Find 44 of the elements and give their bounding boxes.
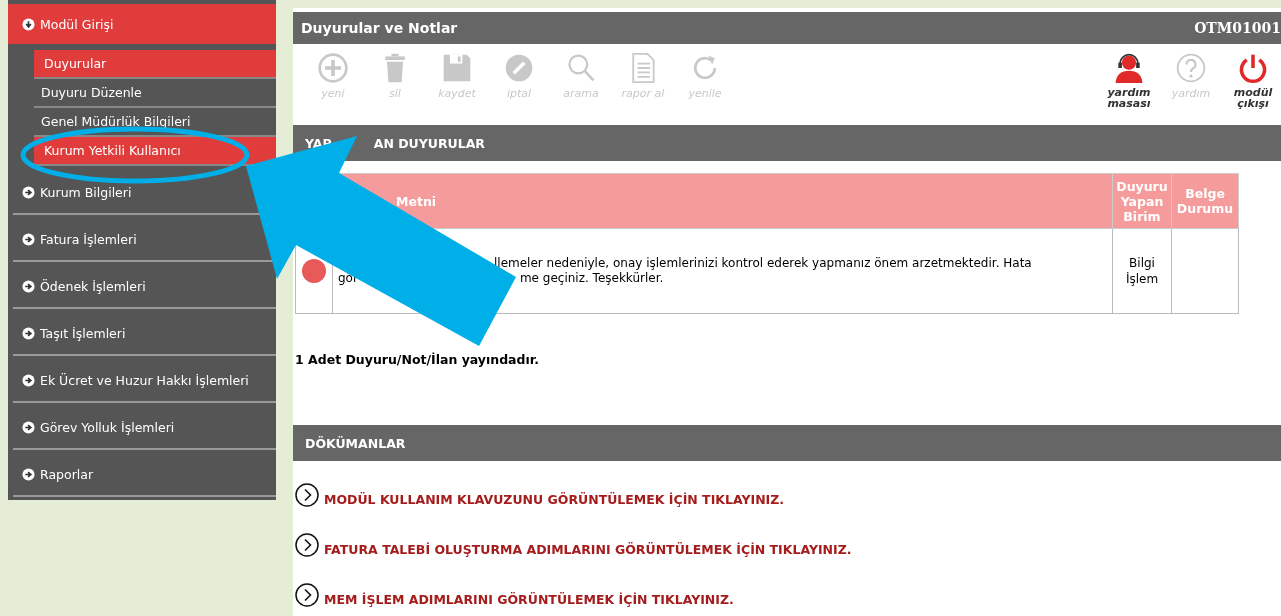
right-arrow-circle-icon bbox=[22, 327, 35, 340]
down-arrow-circle-icon bbox=[22, 17, 35, 31]
right-chevron-circle-icon bbox=[295, 583, 319, 607]
submenu-item[interactable]: Duyurular bbox=[34, 50, 276, 79]
submenu-item[interactable]: Duyuru Düzenle bbox=[34, 79, 276, 108]
sidebar-item[interactable]: Modül Girişi bbox=[8, 4, 276, 44]
search-icon bbox=[565, 52, 597, 84]
document-link[interactable]: MODÜL KULLANIM KLAVUZUNU GÖRÜNTÜLEMEK İÇİN TIKLAYINIZ. bbox=[324, 492, 785, 507]
help-icon bbox=[1175, 52, 1207, 84]
table-cell: Bilgi İşlem bbox=[1112, 228, 1172, 314]
right-arrow-circle-icon bbox=[22, 233, 35, 246]
sidebar-item[interactable]: Raporlar bbox=[22, 467, 94, 482]
toolbar-button[interactable]: yardım masası bbox=[1101, 52, 1157, 122]
section-title: AN DUYURULAR bbox=[373, 135, 485, 151]
toolbar-button[interactable]: modül çıkışı bbox=[1225, 52, 1281, 122]
cancel-icon bbox=[503, 52, 535, 84]
save-icon bbox=[441, 52, 473, 84]
window-title: Duyurular ve Notlar bbox=[301, 20, 458, 36]
document-link[interactable]: MEM İŞLEM ADIMLARINI GÖRÜNTÜLEMEK İÇİN TIKLAYINIZ. bbox=[324, 592, 734, 607]
right-arrow-circle-icon bbox=[22, 186, 35, 199]
helpdesk-icon bbox=[1113, 52, 1145, 84]
sidebar-item[interactable]: Taşıt İşlemleri bbox=[22, 326, 126, 341]
right-chevron-circle-icon bbox=[295, 533, 319, 557]
sidebar-item[interactable]: Kurum Bilgileri bbox=[22, 185, 132, 200]
sidebar-item[interactable]: Ödenek İşlemleri bbox=[22, 279, 146, 294]
right-chevron-circle-icon bbox=[295, 483, 319, 507]
submenu-item[interactable]: Kurum Yetkili Kullanıcı bbox=[34, 137, 276, 166]
document-link[interactable]: FATURA TALEBİ OLUŞTURMA ADIMLARINI GÖRÜNTÜLEMEK İÇİN TIKLAYINIZ. bbox=[324, 542, 852, 557]
message-text: llemeler nedeniyle, onay işlemlerinizi kontrol ederek yapmanız önem arzetmektedir. Hata bbox=[494, 256, 1032, 271]
sidebar-item[interactable]: Ek Ücret ve Huzur Hakkı İşlemleri bbox=[22, 373, 249, 388]
screen-code: OTM01001 bbox=[1194, 20, 1281, 36]
section-title: DÖKÜMANLAR bbox=[305, 435, 406, 451]
column-header: Duyuru Yapan Birim bbox=[1112, 173, 1172, 229]
right-arrow-circle-icon bbox=[22, 374, 35, 387]
new-icon bbox=[317, 52, 349, 84]
right-arrow-circle-icon bbox=[22, 421, 35, 434]
column-header: Belge Durumu bbox=[1171, 173, 1239, 229]
count-text: 1 Adet Duyuru/Not/İlan yayındadır. bbox=[295, 352, 540, 367]
sidebar-item[interactable]: Görev Yolluk İşlemleri bbox=[22, 420, 175, 435]
exit-icon bbox=[1237, 52, 1269, 84]
right-arrow-circle-icon bbox=[22, 468, 35, 481]
right-arrow-circle-icon bbox=[22, 280, 35, 293]
sidebar-item[interactable]: Fatura İşlemleri bbox=[22, 232, 137, 247]
message-text: me geçiniz. Teşekkürler. bbox=[519, 271, 664, 286]
